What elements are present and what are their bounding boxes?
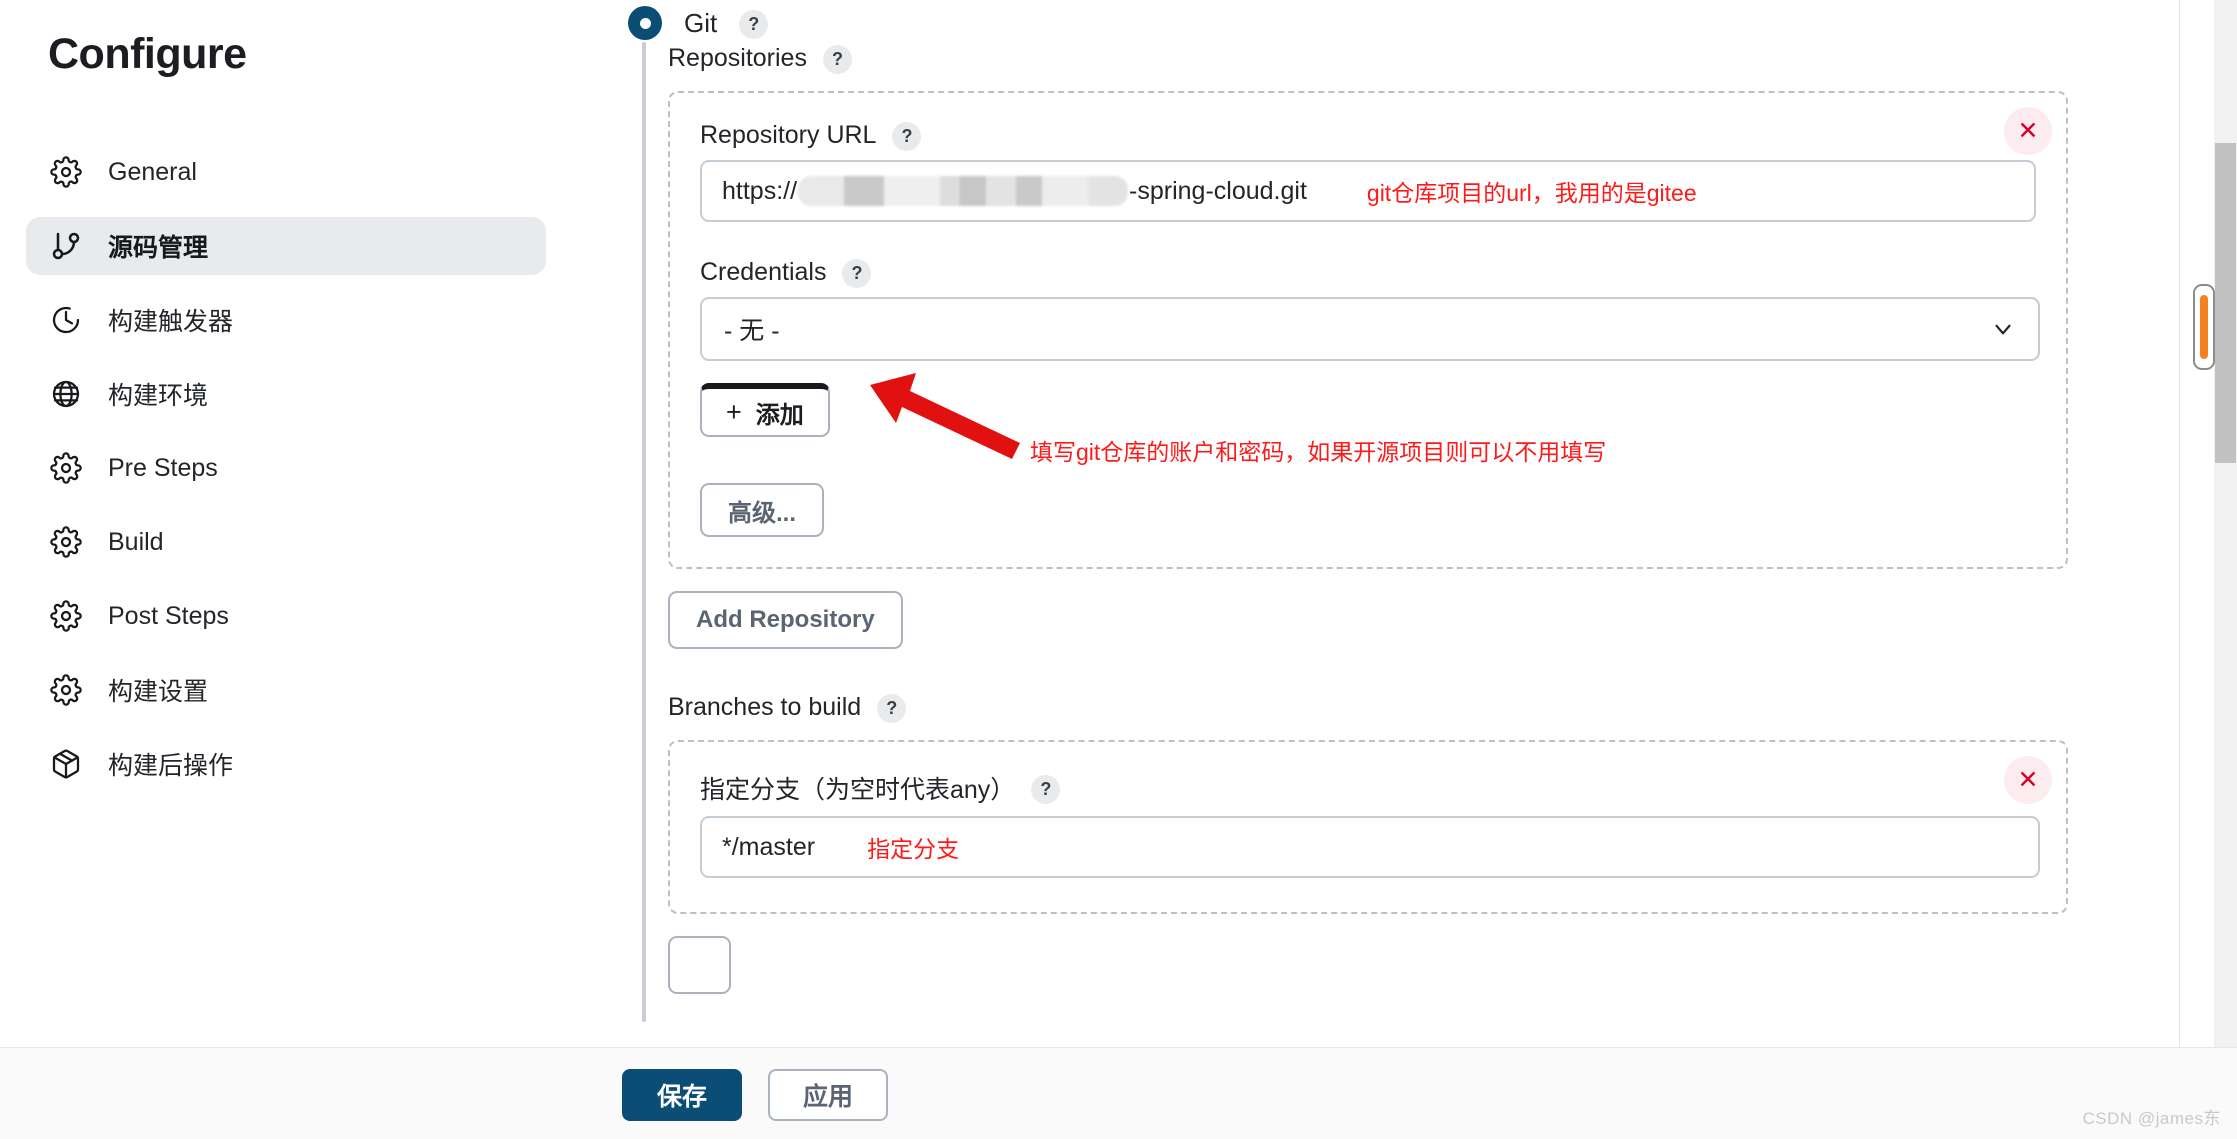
gear-icon	[50, 674, 82, 706]
sidebar-item-build[interactable]: Build	[26, 513, 546, 571]
sidebar-item-general[interactable]: General	[26, 143, 546, 201]
gear-icon	[50, 526, 82, 558]
page-scrollbar-track[interactable]	[2214, 0, 2237, 1139]
save-button[interactable]: 保存	[622, 1069, 742, 1121]
delete-repository-button[interactable]: ✕	[2004, 107, 2052, 155]
help-icon[interactable]: ?	[739, 9, 769, 39]
sidebar-item-build-settings[interactable]: 构建设置	[26, 661, 546, 719]
branch-entry: ✕ 指定分支（为空时代表any） ? */master 指定分支	[668, 740, 2068, 914]
panel-divider	[2179, 0, 2180, 1139]
sidebar-item-source-code-management[interactable]: 源码管理	[26, 217, 546, 275]
scm-panel: Git ? Repositories ? ✕ Repository URL ? …	[600, 0, 2180, 1139]
sidebar-item-post-steps[interactable]: Post Steps	[26, 587, 546, 645]
advanced-button[interactable]: 高级...	[700, 483, 825, 537]
sidebar-item-label: 构建设置	[108, 678, 209, 706]
sidebar-item-label: 构建环境	[108, 382, 209, 410]
branches-label-row: Branches to build ?	[668, 693, 2168, 723]
repository-entry: ✕ Repository URL ? https:// -spring-cloud…	[668, 91, 2068, 569]
footer-action-bar: 保存 应用 CSDN @james东	[0, 1047, 2237, 1139]
add-credentials-row: + 添加 填写git仓库的账户和密码，如果开源项目则可以不用填写	[700, 361, 2036, 465]
git-branch-icon	[50, 230, 82, 262]
credentials-label-row: Credentials ?	[700, 258, 2036, 288]
help-icon[interactable]: ?	[842, 259, 872, 288]
inner-scrollbar-track[interactable]	[2198, 0, 2212, 1139]
sidebar-item-build-environment[interactable]: 构建环境	[26, 365, 546, 423]
delete-branch-button[interactable]: ✕	[2004, 756, 2052, 804]
section-rail	[642, 42, 646, 1022]
chevron-down-icon	[1990, 316, 2016, 342]
clock-icon	[50, 304, 82, 336]
sidebar-item-label: Build	[108, 527, 164, 556]
page-scrollbar-thumb[interactable]	[2215, 143, 2236, 463]
help-icon[interactable]: ?	[877, 694, 907, 723]
repository-url-suffix: -spring-cloud.git	[1129, 176, 1307, 205]
add-branch-button[interactable]	[668, 936, 731, 994]
scm-option-label: Git	[684, 7, 718, 38]
gear-icon	[50, 156, 82, 188]
redacted-url-segment	[798, 176, 1129, 206]
scroll-indicator-widget[interactable]	[2193, 284, 2215, 370]
sidebar-item-label: 构建触发器	[108, 308, 234, 336]
add-credentials-label: 添加	[755, 401, 804, 429]
branch-annotation: 指定分支	[867, 836, 960, 862]
sidebar-item-label: General	[108, 157, 197, 186]
package-icon	[50, 748, 82, 780]
repositories-label: Repositories	[668, 44, 807, 72]
branch-spec-value: */master	[722, 832, 816, 861]
repository-url-label-row: Repository URL ?	[700, 121, 2036, 151]
help-icon[interactable]: ?	[1031, 774, 1061, 804]
repository-url-annotation: git仓库项目的url，我用的是gitee	[1366, 180, 1697, 206]
git-section-body: Repositories ? ✕ Repository URL ? https:…	[668, 44, 2168, 994]
credentials-label: Credentials	[700, 258, 827, 286]
repository-url-row: https:// -spring-cloud.git git仓库项目的url，我用…	[700, 160, 2036, 222]
radio-selected-icon[interactable]	[628, 6, 662, 40]
credentials-annotation: 填写git仓库的账户和密码，如果开源项目则可以不用填写	[1030, 439, 1607, 465]
gear-icon	[50, 600, 82, 632]
credentials-select[interactable]: - 无 -	[700, 297, 2040, 361]
apply-button[interactable]: 应用	[768, 1069, 888, 1121]
sidebar-nav: General 源码管理 构建触发器 构建环境 Pre Steps Build …	[26, 143, 546, 809]
repository-url-prefix: https://	[722, 176, 798, 205]
add-credentials-button[interactable]: + 添加	[700, 383, 830, 437]
repositories-label-row: Repositories ?	[668, 44, 2168, 74]
scroll-indicator-fill	[2200, 295, 2208, 359]
repository-url-label: Repository URL	[700, 121, 877, 149]
branch-spec-label: 指定分支（为空时代表any）	[700, 776, 1016, 804]
plus-icon: +	[726, 396, 742, 427]
branches-to-build-label: Branches to build	[668, 693, 862, 721]
sidebar-item-label: 构建后操作	[108, 752, 234, 780]
sidebar-item-label: 源码管理	[108, 234, 209, 262]
sidebar-item-post-build-actions[interactable]: 构建后操作	[26, 735, 546, 793]
gear-icon	[50, 452, 82, 484]
sidebar-item-pre-steps[interactable]: Pre Steps	[26, 439, 546, 497]
app-root: Configure General 源码管理 构建触发器 构建环境 Pre St…	[0, 0, 2237, 1139]
page-title: Configure	[48, 30, 247, 78]
scm-selected-option[interactable]: Git ?	[628, 0, 769, 46]
help-icon[interactable]: ?	[822, 45, 852, 74]
repository-url-input[interactable]: https:// -spring-cloud.git git仓库项目的url，我用…	[700, 160, 2036, 222]
add-repository-button[interactable]: Add Repository	[668, 591, 903, 649]
globe-icon	[50, 378, 82, 410]
credentials-selected-value: - 无 -	[724, 317, 780, 345]
watermark: CSDN @james东	[2082, 1109, 2221, 1128]
branch-spec-input[interactable]: */master 指定分支	[700, 816, 2040, 878]
sidebar: Configure General 源码管理 构建触发器 构建环境 Pre St…	[0, 0, 600, 1139]
branch-spec-label-row: 指定分支（为空时代表any） ?	[700, 770, 2036, 806]
sidebar-item-label: Post Steps	[108, 601, 229, 630]
sidebar-item-build-triggers[interactable]: 构建触发器	[26, 291, 546, 349]
red-arrow-annotation-icon	[870, 373, 1030, 463]
sidebar-item-label: Pre Steps	[108, 453, 218, 482]
help-icon[interactable]: ?	[892, 122, 922, 151]
